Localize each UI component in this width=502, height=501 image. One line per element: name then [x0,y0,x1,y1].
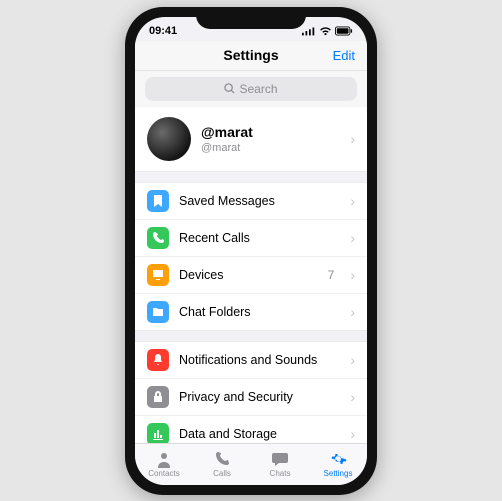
row-label: Chat Folders [179,305,340,319]
profile-row[interactable]: @marat @marat › [135,107,367,171]
contacts-icon [155,450,173,468]
settings-row-folders[interactable]: Chat Folders › [135,293,367,330]
chevron-right-icon: › [350,352,355,368]
monitor-icon [147,264,169,286]
tab-calls[interactable]: Calls [193,444,251,485]
profile-group: @marat @marat › [135,107,367,172]
bookmark-icon [147,190,169,212]
settings-row-calls[interactable]: Recent Calls › [135,219,367,256]
chart-icon [147,423,169,443]
tab-settings[interactable]: Settings [309,444,367,485]
row-value: 7 [328,268,335,282]
tab-chats[interactable]: Chats [251,444,309,485]
profile-handle: @marat [201,142,340,154]
status-right [302,26,353,36]
chevron-right-icon: › [350,131,355,147]
folder-icon [147,301,169,323]
chevron-right-icon: › [350,267,355,283]
settings-row-devices[interactable]: Devices 7 › [135,256,367,293]
row-label: Notifications and Sounds [179,353,340,367]
tab-label: Chats [270,469,291,478]
tab-contacts[interactable]: Contacts [135,444,193,485]
wifi-icon [319,26,332,36]
tab-label: Contacts [148,469,180,478]
row-label: Saved Messages [179,194,340,208]
page-title: Settings [223,47,278,63]
signal-icon [302,26,316,36]
row-label: Recent Calls [179,231,340,245]
chats-icon [271,450,289,468]
row-label: Data and Storage [179,427,340,441]
profile-name: @marat [201,124,340,140]
settings-group-1: Saved Messages›Recent Calls›Devices7›Cha… [135,182,367,331]
settings-row-notify[interactable]: Notifications and Sounds › [135,342,367,378]
row-label: Privacy and Security [179,390,340,404]
phone-frame: 09:41 Settings Edit Search [125,7,377,495]
chevron-right-icon: › [350,426,355,442]
profile-text: @marat @marat [201,124,340,154]
phone-icon [147,227,169,249]
notch [196,7,306,29]
chevron-right-icon: › [350,304,355,320]
chevron-right-icon: › [350,193,355,209]
tab-label: Settings [324,469,353,478]
search-icon [224,83,235,94]
tab-bar: Contacts Calls Chats Settings [135,443,367,485]
edit-button[interactable]: Edit [333,48,355,63]
settings-row-saved[interactable]: Saved Messages › [135,183,367,219]
lock-icon [147,386,169,408]
avatar [147,117,191,161]
settings-row-privacy[interactable]: Privacy and Security › [135,378,367,415]
battery-icon [335,26,353,36]
search-placeholder: Search [239,82,277,96]
content-scroll[interactable]: Search @marat @marat › Saved Messages›Re… [135,71,367,443]
bell-icon [147,349,169,371]
row-label: Devices [179,268,318,282]
tab-label: Calls [213,469,231,478]
status-time: 09:41 [149,25,177,37]
calls-icon [213,450,231,468]
settings-group-2: Notifications and Sounds›Privacy and Sec… [135,341,367,443]
header: Settings Edit [135,41,367,71]
screen: 09:41 Settings Edit Search [135,17,367,485]
chevron-right-icon: › [350,389,355,405]
settings-icon [329,450,347,468]
settings-row-data[interactable]: Data and Storage › [135,415,367,443]
search-wrap: Search [135,71,367,107]
search-input[interactable]: Search [145,77,357,101]
chevron-right-icon: › [350,230,355,246]
